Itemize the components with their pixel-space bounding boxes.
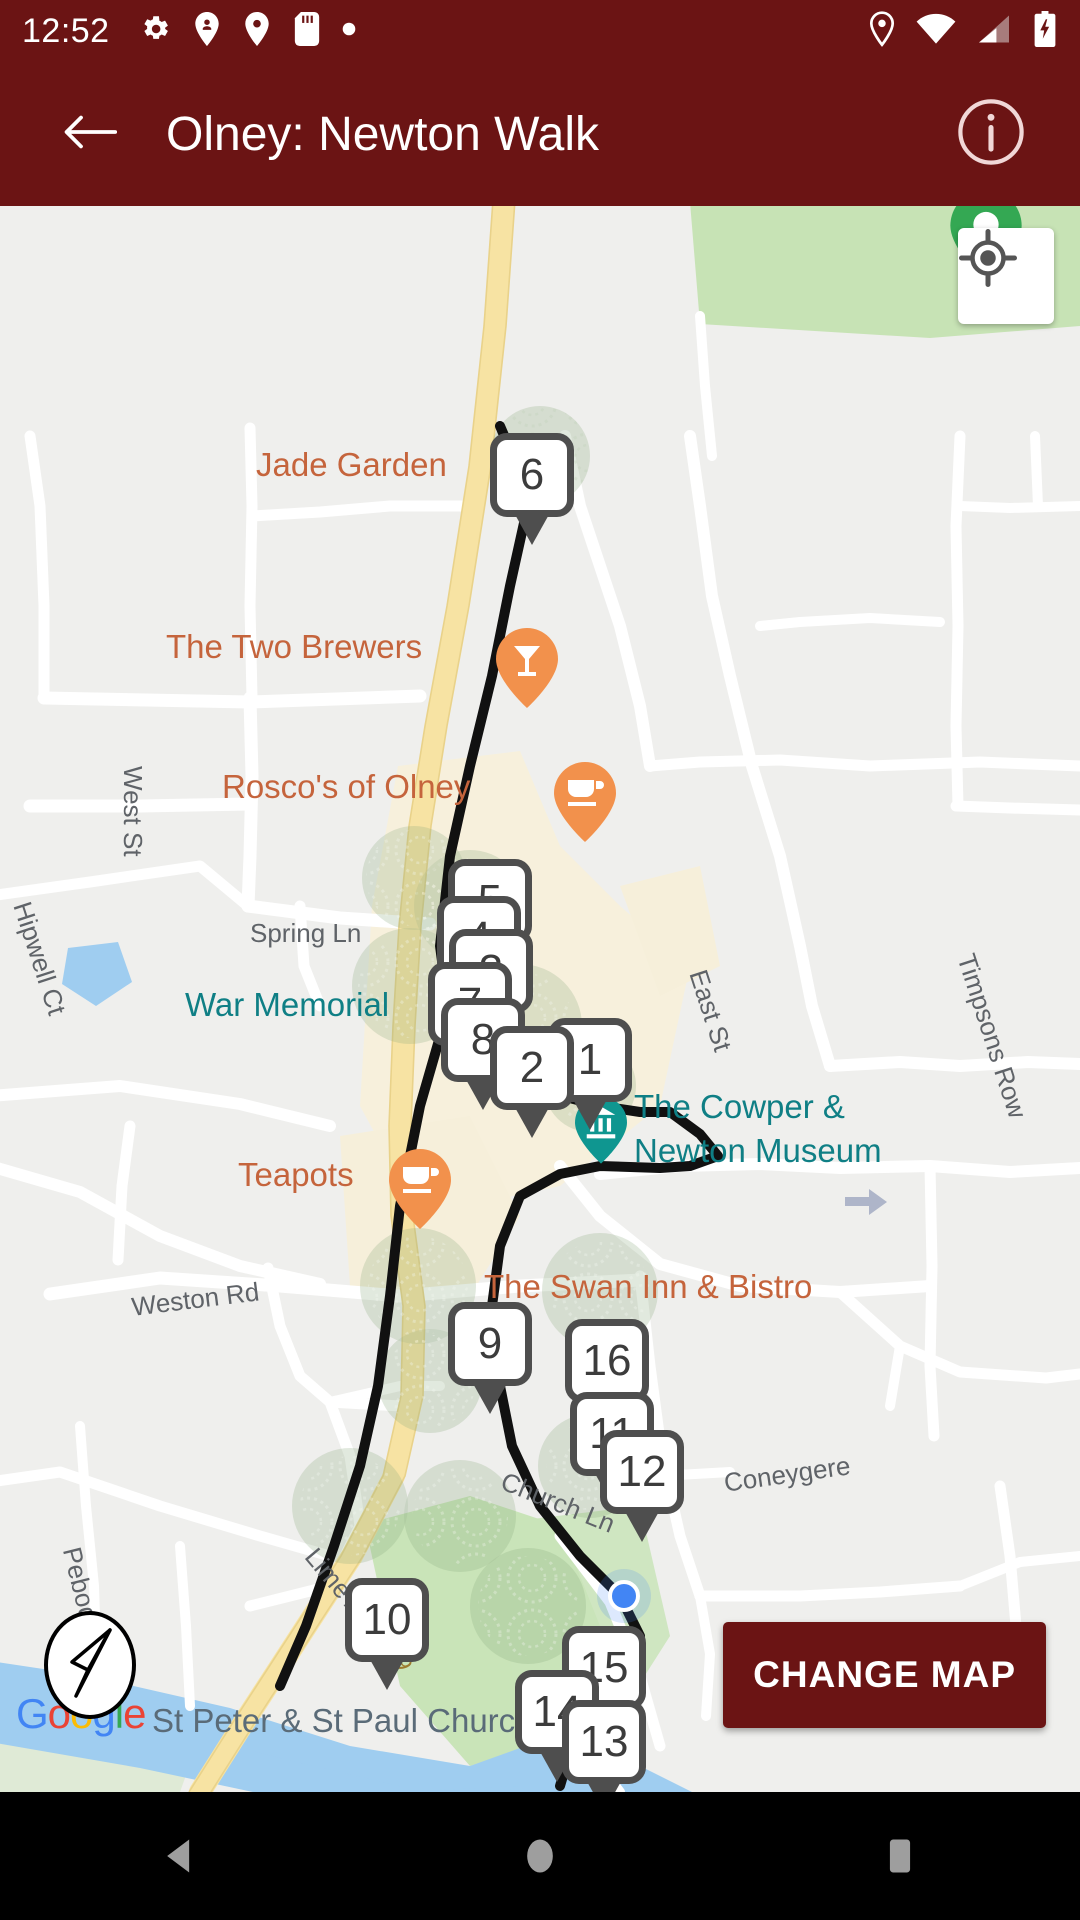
marker-label: 12 xyxy=(600,1430,684,1514)
cafe-icon xyxy=(389,1149,451,1229)
map-marker-13[interactable]: 13 xyxy=(562,1700,646,1792)
map-marker-9[interactable]: 9 xyxy=(448,1302,532,1414)
location-pin-icon xyxy=(868,10,896,52)
android-navigation-bar xyxy=(0,1792,1080,1920)
dot-icon xyxy=(342,22,356,41)
map-marker-12[interactable]: 12 xyxy=(600,1430,684,1542)
map-canvas[interactable]: Jade Garden The Two Brewers Rosco's of O… xyxy=(0,206,1080,1792)
poi-pin-cafe-teapots[interactable] xyxy=(389,1149,451,1229)
sd-card-icon xyxy=(294,11,320,51)
cocktail-icon xyxy=(496,628,558,708)
marker-label: 9 xyxy=(448,1302,532,1386)
marker-label: 6 xyxy=(490,433,574,517)
home-circle-icon xyxy=(527,1839,553,1873)
user-location-dot xyxy=(597,1569,651,1623)
app-bar: Olney: Newton Walk xyxy=(0,62,1080,206)
battery-charging-icon xyxy=(1032,10,1058,52)
change-map-button[interactable]: CHANGE MAP xyxy=(723,1622,1046,1728)
nav-home-button[interactable] xyxy=(465,1792,615,1920)
info-icon xyxy=(955,96,1027,173)
gear-icon xyxy=(138,12,172,51)
marker-label: 13 xyxy=(562,1700,646,1784)
map-marker-2[interactable]: 2 xyxy=(490,1026,574,1138)
status-bar: 12:52 xyxy=(0,0,1080,62)
marker-label: 10 xyxy=(345,1578,429,1662)
status-bar-clock: 12:52 xyxy=(22,12,110,50)
nav-back-button[interactable] xyxy=(105,1792,255,1920)
my-location-icon xyxy=(959,229,1017,287)
back-button[interactable] xyxy=(52,96,128,172)
wifi-icon xyxy=(916,12,956,51)
marker-label: 2 xyxy=(490,1026,574,1110)
cellular-signal-icon xyxy=(976,12,1012,51)
compass-icon xyxy=(44,1611,136,1719)
marker-label: 16 xyxy=(565,1319,649,1403)
page-title: Olney: Newton Walk xyxy=(166,107,600,161)
location-pin-icon xyxy=(194,11,220,51)
compass-button[interactable] xyxy=(42,1610,138,1720)
poi-pin-cafe-roscos[interactable] xyxy=(554,762,616,842)
location-share-icon xyxy=(242,11,272,51)
back-triangle-icon xyxy=(167,1839,190,1873)
recents-square-icon xyxy=(889,1839,911,1873)
cafe-icon xyxy=(554,762,616,842)
poi-pin-cocktail[interactable] xyxy=(496,628,558,708)
status-bar-system-icons xyxy=(868,10,1058,52)
map-marker-6[interactable]: 6 xyxy=(490,433,574,545)
app-root: 12:52 Olney: Newton Walk Jade Garden The… xyxy=(0,0,1080,1920)
nav-recents-button[interactable] xyxy=(825,1792,975,1920)
status-bar-notification-icons xyxy=(138,11,356,51)
my-location-button[interactable] xyxy=(958,228,1054,324)
user-location-inner-dot xyxy=(608,1580,640,1612)
info-button[interactable] xyxy=(952,95,1030,173)
back-arrow-icon xyxy=(63,110,118,159)
map-marker-10[interactable]: 10 xyxy=(345,1578,429,1690)
